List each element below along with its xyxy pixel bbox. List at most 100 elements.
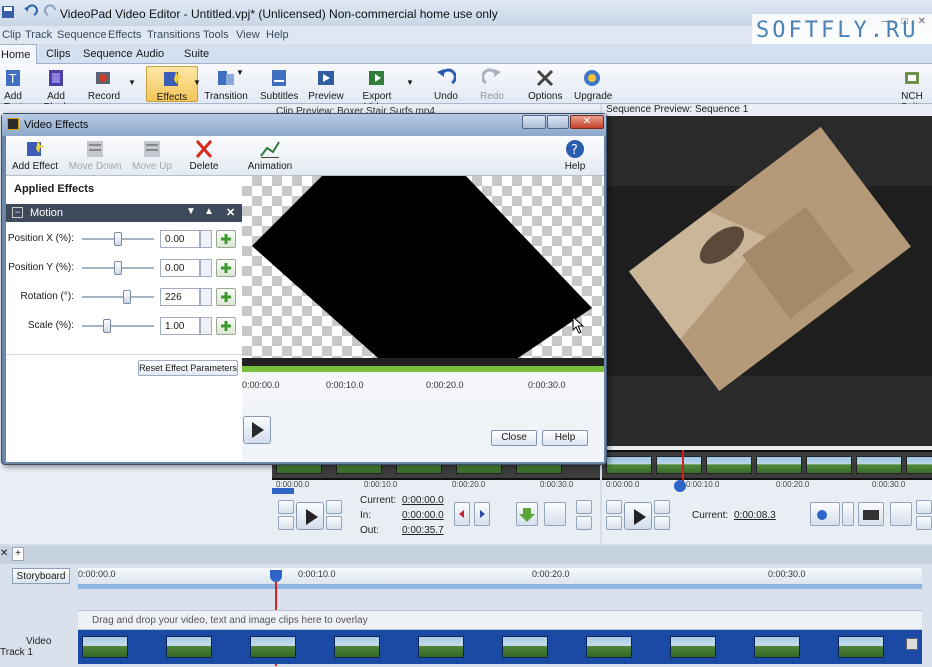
menu-view[interactable]: View — [236, 29, 260, 41]
reset-effect-parameters-button[interactable]: Reset Effect Parameters — [138, 360, 238, 376]
position-y-keyframe-button[interactable] — [216, 259, 236, 277]
scale-input[interactable]: 1.00 — [160, 317, 200, 335]
sequence-options-button[interactable] — [890, 502, 912, 526]
seq-zoom-out-icon[interactable] — [916, 516, 932, 530]
position-x-spinner[interactable] — [200, 230, 212, 248]
go-end-button[interactable] — [326, 516, 342, 530]
scale-thumb[interactable] — [103, 319, 112, 333]
move-effect-up-icon[interactable]: ▲ — [204, 206, 214, 217]
zoom-in-icon[interactable] — [576, 500, 592, 514]
split-button[interactable] — [810, 502, 840, 526]
effects-button[interactable]: Effects — [146, 66, 198, 103]
sequence-current-time[interactable]: 0:00:08.3 — [734, 510, 776, 521]
options-button[interactable]: Options — [528, 66, 562, 102]
clip-options-button[interactable] — [544, 502, 566, 526]
position-x-thumb[interactable] — [114, 232, 122, 246]
set-out-button[interactable] — [474, 502, 490, 526]
tab-clips[interactable]: Clips — [46, 48, 70, 60]
close-button[interactable]: Close — [491, 430, 537, 446]
add-effect-button[interactable]: Add Effect — [10, 138, 60, 172]
clip-current-time[interactable]: 0:00:00.0 — [402, 495, 444, 506]
redo-button[interactable]: Redo — [476, 66, 508, 102]
clip-in-time[interactable]: 0:00:00.0 — [402, 510, 444, 521]
record-button[interactable]: Record — [86, 66, 122, 102]
move-up-button[interactable]: Move Up — [130, 138, 174, 172]
split-dropdown-icon[interactable] — [842, 502, 854, 526]
track-options-icon[interactable] — [906, 638, 918, 650]
video-track[interactable] — [78, 630, 922, 664]
animation-button[interactable]: Animation — [242, 138, 298, 172]
prev-frame-button[interactable] — [278, 500, 294, 514]
close-icon[interactable]: ✕ — [918, 16, 926, 27]
position-y-input[interactable]: 0.00 — [160, 259, 200, 277]
record-dropdown-icon[interactable]: ▼ — [128, 78, 136, 87]
help-button[interactable]: ? Help — [558, 138, 592, 172]
timeline-scroll-bar[interactable] — [78, 584, 922, 589]
tab-sequence[interactable]: Sequence — [83, 48, 133, 60]
subtitles-button[interactable]: Subtitles — [260, 66, 298, 102]
seq-zoom-in-icon[interactable] — [916, 500, 932, 514]
menu-sequence[interactable]: Sequence — [57, 29, 107, 41]
position-x-keyframe-button[interactable] — [216, 230, 236, 248]
rotation-slider[interactable] — [82, 296, 154, 298]
timeline-ruler[interactable]: 0:00:00.0 0:00:10.0 0:00:20.0 0:00:30.0 — [78, 568, 922, 584]
seq-go-end-button[interactable] — [654, 516, 670, 530]
clip-position-marker[interactable] — [272, 488, 294, 494]
tab-audio[interactable]: Audio — [136, 48, 164, 60]
effect-timeline[interactable]: 0:00:00.0 0:00:10.0 0:00:20.0 0:00:30.0 — [242, 366, 604, 402]
move-down-button[interactable]: Move Down — [66, 138, 124, 172]
overlay-track[interactable]: Drag and drop your video, text and image… — [78, 610, 922, 630]
menu-effects[interactable]: Effects — [108, 29, 141, 41]
next-frame-button[interactable] — [326, 500, 342, 514]
add-blank-button[interactable]: Add Blank — [36, 66, 76, 113]
rotation-spinner[interactable] — [200, 288, 212, 306]
dialog-close-icon[interactable]: ✕ — [570, 115, 604, 129]
add-sequence-button[interactable]: + — [12, 547, 24, 561]
sequence-position-marker[interactable] — [674, 480, 686, 492]
scale-keyframe-button[interactable] — [216, 317, 236, 335]
dialog-maximize-icon[interactable] — [547, 115, 569, 129]
save-icon[interactable] — [0, 4, 16, 20]
nch-suite-button[interactable]: NCH Suite — [890, 66, 932, 113]
timeline-playhead-handle[interactable] — [270, 570, 282, 582]
menu-tools[interactable]: Tools — [203, 29, 229, 41]
undo-icon[interactable] — [22, 4, 38, 20]
seq-next-frame-button[interactable] — [654, 500, 670, 514]
snapshot-button[interactable] — [858, 502, 884, 526]
menu-help[interactable]: Help — [266, 29, 289, 41]
preview-button[interactable]: Preview — [308, 66, 344, 102]
position-x-input[interactable]: 0.00 — [160, 230, 200, 248]
rotation-thumb[interactable] — [123, 290, 132, 304]
close-sequence-icon[interactable]: ✕ — [0, 548, 8, 559]
collapse-icon[interactable]: − — [12, 207, 23, 218]
effects-dropdown-icon[interactable]: ▼ — [193, 78, 201, 87]
seq-prev-frame-button[interactable] — [606, 500, 622, 514]
menu-transitions[interactable]: Transitions — [147, 29, 200, 41]
transition-dropdown-icon[interactable]: ▼ — [236, 68, 244, 77]
minimize-icon[interactable]: — — [882, 16, 892, 27]
menu-clip[interactable]: Clip — [2, 29, 21, 41]
position-y-spinner[interactable] — [200, 259, 212, 277]
set-in-button[interactable] — [454, 502, 470, 526]
rotation-keyframe-button[interactable] — [216, 288, 236, 306]
redo-icon[interactable] — [44, 4, 60, 20]
clip-play-button[interactable] — [296, 502, 324, 530]
scale-slider[interactable] — [82, 325, 154, 327]
tab-suite[interactable]: Suite — [184, 48, 209, 60]
tab-home[interactable]: Home — [0, 44, 38, 65]
storyboard-button[interactable]: Storyboard — [12, 568, 70, 584]
sequence-play-button[interactable] — [624, 502, 652, 530]
motion-effect-header[interactable]: − Motion ▼ ▲ ✕ — [6, 204, 242, 222]
place-on-sequence-button[interactable] — [516, 502, 538, 526]
effect-play-button[interactable] — [243, 416, 271, 444]
maximize-icon[interactable]: □ — [902, 16, 908, 27]
menu-track[interactable]: Track — [25, 29, 52, 41]
go-start-button[interactable] — [278, 516, 294, 530]
export-video-button[interactable]: Export Video — [350, 66, 404, 113]
undo-button[interactable]: Undo — [430, 66, 462, 102]
export-dropdown-icon[interactable]: ▼ — [406, 78, 414, 87]
position-y-thumb[interactable] — [114, 261, 122, 275]
zoom-out-icon[interactable] — [576, 516, 592, 530]
dialog-help-button[interactable]: Help — [542, 430, 588, 446]
scale-spinner[interactable] — [200, 317, 212, 335]
